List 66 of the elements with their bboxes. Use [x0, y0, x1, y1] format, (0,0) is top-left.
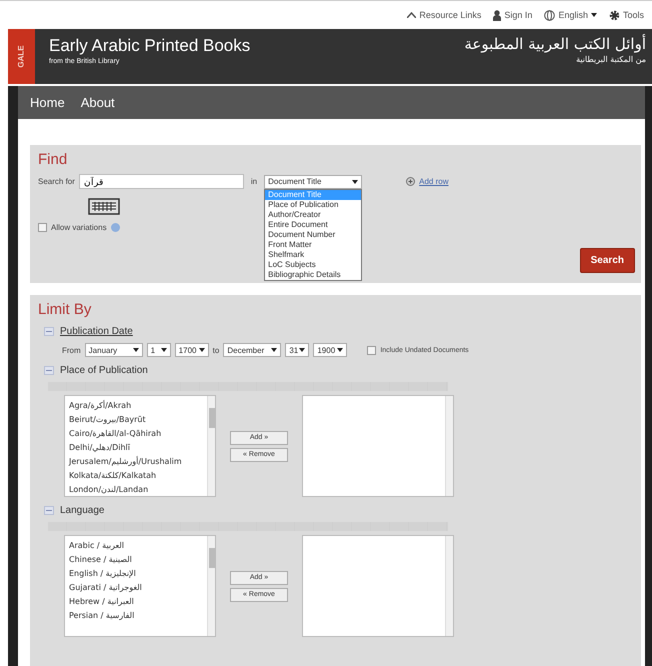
list-item[interactable]: London/لندن/Landan [69, 483, 203, 496]
panel-title: Limit By [38, 301, 92, 318]
date-select[interactable]: 1700 [174, 343, 209, 357]
field-label: From [62, 346, 81, 354]
field-label: to [212, 346, 220, 354]
nav-link[interactable]: About [80, 95, 115, 110]
top-link[interactable]: Sign In [493, 10, 532, 20]
list-item[interactable]: Gujarati / الغوجراتية [69, 581, 203, 595]
list-item[interactable]: Arabic / العربية [69, 539, 203, 553]
brand-logo[interactable]: GALE [17, 45, 26, 68]
list-item[interactable]: Cairo/القاهرة/al-Qāhirah [69, 427, 203, 441]
top-link[interactable]: English [544, 10, 597, 20]
globe-icon [544, 10, 556, 20]
caret-down-icon [337, 348, 344, 352]
list-item[interactable]: Persian / الفارسية [69, 609, 203, 623]
search-button[interactable]: Search [580, 248, 635, 273]
list-item[interactable]: English / الإنجليزية [69, 567, 203, 581]
section-title[interactable]: Place of Publication [60, 365, 148, 376]
plus-circle-icon[interactable] [406, 177, 416, 186]
caret-down-icon [352, 180, 358, 184]
list-item[interactable]: Hebrew / العبرانية [69, 595, 203, 609]
list-item[interactable]: Agra/أكرة/Akrah [69, 399, 203, 413]
nav-link[interactable]: Home [30, 95, 65, 110]
date-select[interactable]: 1900 [313, 343, 348, 357]
caret-down-icon [271, 348, 278, 352]
date-select[interactable]: 1 [146, 343, 171, 357]
keyboard-icon[interactable] [88, 198, 120, 215]
date-select[interactable]: January [84, 343, 143, 357]
info-icon[interactable] [110, 223, 120, 232]
list-item[interactable]: Delhi/دهلي/Dihlī [69, 441, 203, 455]
collapse-icon[interactable] [44, 327, 54, 336]
field-label: Search for [38, 177, 75, 186]
scrollbar[interactable] [445, 396, 453, 496]
site-subtitle-arabic: من المكتبة البريطانية [575, 55, 646, 64]
field-label: in [250, 177, 258, 186]
caret-down-icon [198, 348, 205, 352]
caret-up-icon [407, 12, 416, 18]
site-title: Early Arabic Printed Books [49, 36, 252, 56]
field-select[interactable]: Document Title [264, 174, 362, 188]
scrollbar[interactable] [207, 396, 215, 496]
caret-down-icon [132, 348, 139, 352]
list-item[interactable]: Kolkata/كلكتة/Kalkatah [69, 469, 203, 483]
top-link[interactable]: Tools [608, 10, 644, 20]
scrollbar[interactable] [207, 536, 215, 636]
panel-title: Find [38, 151, 68, 168]
date-select[interactable]: December [223, 343, 282, 357]
caret-down-icon [160, 348, 167, 352]
date-select[interactable]: 31 [285, 343, 310, 357]
collapse-icon[interactable] [44, 506, 54, 515]
list-item[interactable]: Beirut/بيروت/Bayrūt [69, 413, 203, 427]
top-link[interactable]: Resource Links [407, 10, 482, 20]
checkbox-label: Allow variations [51, 223, 107, 232]
site-title-arabic: أوائل الكتب العربية المطبوعة [464, 35, 646, 53]
section-title[interactable]: Publication Date [60, 326, 133, 337]
list-item[interactable]: Jerusalem/أورشليم/Urushalim [69, 455, 203, 469]
caret-down-icon [299, 348, 306, 352]
section-title[interactable]: Language [60, 505, 104, 516]
collapse-icon[interactable] [44, 366, 54, 375]
checkbox[interactable] [367, 346, 376, 354]
scrollbar[interactable] [445, 536, 453, 636]
list-item[interactable]: Chinese / الصينية [69, 553, 203, 567]
dropdown-option[interactable]: Place of Publication [265, 200, 362, 210]
gear-icon [608, 10, 620, 20]
person-icon [493, 10, 502, 20]
add-row-link[interactable]: Add row [419, 177, 448, 186]
checkbox[interactable] [38, 223, 47, 232]
